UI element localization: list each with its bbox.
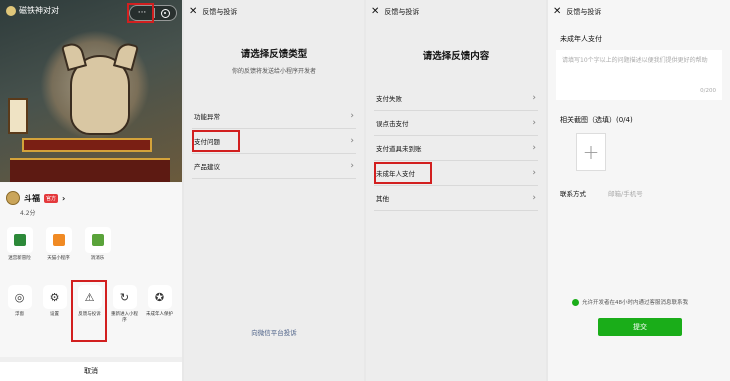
game-floor [10, 158, 170, 182]
recent-app-item[interactable]: 消消乐 [82, 227, 113, 262]
action-label: 浮窗 [15, 312, 24, 317]
app-match-icon [84, 227, 111, 253]
chevron-right-icon: › [350, 111, 354, 121]
nav-bar: ✕ 反馈与投诉 [184, 0, 364, 24]
close-icon[interactable]: ✕ [189, 7, 197, 17]
highlight-feedback-action [71, 280, 107, 342]
action-floating-window[interactable]: ◎ 浮窗 [4, 285, 35, 324]
app-maze-icon [6, 227, 33, 253]
chevron-right-icon: › [532, 168, 536, 178]
close-icon[interactable]: ✕ [371, 7, 379, 17]
feedback-form-panel: ✕ 反馈与投诉 未成年人支付 请填写10个字以上的问题描述以便我们提供更好的帮助… [548, 0, 730, 381]
nav-bar: ✕ 反馈与投诉 [366, 0, 546, 24]
list-item-label: 其他 [376, 195, 389, 203]
chevron-right-icon: › [62, 193, 66, 203]
game-scene: 磁铁神对对 ··· [0, 0, 182, 182]
action-minor-protection[interactable]: ✪ 未成年人保护 [144, 285, 175, 324]
list-item-label: 误点击支付 [376, 120, 409, 128]
description-textarea[interactable]: 请填写10个字以上的问题描述以便我们提供更好的帮助 [556, 50, 722, 100]
cancel-button[interactable]: 取消 [0, 357, 182, 381]
nav-title: 反馈与投诉 [384, 8, 420, 16]
screenshot-collage: 磁铁神对对 ··· 斗福 官方 › 4.2分 迷宫新冒险 天猫小程序 消消乐 ◎… [0, 0, 730, 381]
char-counter: 0/200 [700, 88, 716, 94]
floating-window-icon: ◎ [7, 285, 32, 309]
list-item-label: 支付失败 [376, 95, 402, 103]
chevron-right-icon: › [532, 93, 536, 103]
recent-app-label: 消消乐 [90, 256, 105, 261]
game-banner [22, 138, 152, 152]
feedback-content-list: 支付失败 › 误点击支付 › 支付道具未到账 › 未成年人支付 › 其他 › [374, 86, 538, 211]
complain-to-platform-link[interactable]: 向微信平台投诉 [184, 327, 364, 337]
sheet-app-name: 斗福 [24, 193, 40, 203]
submit-button[interactable]: 提交 [598, 318, 682, 336]
feedback-content-panel: ✕ 反馈与投诉 请选择反馈内容 支付失败 › 误点击支付 › 支付道具未到账 ›… [366, 0, 546, 381]
contact-input[interactable]: 邮箱/手机号 [608, 188, 643, 198]
list-item-label: 功能异常 [194, 113, 220, 121]
official-badge: 官方 [44, 193, 59, 203]
page-title: 请选择反馈类型 [240, 49, 308, 60]
chevron-right-icon: › [532, 118, 536, 128]
avatar [6, 191, 20, 205]
chevron-right-icon: › [350, 161, 354, 171]
feedback-type-panel: ✕ 反馈与投诉 请选择反馈类型 你的反馈将发送给小程序开发者 功能异常 › 支付… [184, 0, 364, 381]
highlight-payment-issue [192, 130, 240, 152]
form-issue-title: 未成年人支付 [560, 35, 602, 43]
game-character [70, 55, 130, 135]
action-settings[interactable]: ⚙ 设置 [39, 285, 70, 324]
close-mini-program-icon[interactable] [161, 8, 170, 18]
check-circle-icon [572, 298, 579, 306]
recent-app-label: 天猫小程序 [47, 256, 70, 261]
contact-label: 联系方式 [560, 190, 586, 198]
recent-app-label: 迷宫新冒险 [8, 256, 31, 261]
recent-app-item[interactable]: 天猫小程序 [43, 227, 74, 262]
action-label: 重新进入小程序 [111, 312, 138, 323]
action-sheet: 斗福 官方 › 4.2分 迷宫新冒险 天猫小程序 消消乐 ◎ 浮窗 ⚙ 设置 ⚠… [0, 183, 182, 381]
consent-text: 允许开发者在48小时内通过客服消息联系我 [582, 300, 688, 306]
screenshots-label: 相关截图（选填）(0/4) [560, 116, 633, 124]
list-item[interactable]: 功能异常 › [192, 104, 356, 129]
game-sign [8, 98, 28, 134]
recent-apps-row: 迷宫新冒险 天猫小程序 消消乐 [4, 227, 113, 262]
chevron-right-icon: › [532, 143, 536, 153]
list-item[interactable]: 误点击支付 › [374, 111, 538, 136]
list-item-label: 产品建议 [194, 163, 220, 171]
capsule-divider [154, 8, 155, 18]
add-screenshot-button[interactable]: + [576, 133, 606, 171]
page-title: 请选择反馈内容 [422, 51, 490, 62]
action-label: 未成年人保护 [146, 312, 173, 317]
action-restart[interactable]: ↻ 重新进入小程序 [109, 285, 140, 324]
chevron-right-icon: › [350, 136, 354, 146]
list-item[interactable]: 支付失败 › [374, 86, 538, 111]
chevron-right-icon: › [532, 193, 536, 203]
highlight-more-button [127, 3, 154, 23]
minor-protection-icon: ✪ [147, 285, 172, 309]
nav-title: 反馈与投诉 [202, 8, 238, 16]
mini-program-title: 磁铁神对对 [6, 5, 59, 16]
nav-title: 反馈与投诉 [566, 8, 602, 16]
settings-icon: ⚙ [42, 285, 67, 309]
consent-checkbox[interactable]: 允许开发者在48小时内通过客服消息联系我 [572, 298, 688, 306]
app-tmall-icon [45, 227, 72, 253]
rating-text: 4.2分 [20, 210, 36, 217]
list-item[interactable]: 产品建议 › [192, 154, 356, 179]
page-subtitle: 你的反馈将发送给小程序开发者 [231, 68, 316, 75]
restart-icon: ↻ [112, 285, 137, 309]
close-icon[interactable]: ✕ [553, 7, 561, 17]
nav-bar: ✕ 反馈与投诉 [548, 0, 730, 24]
list-item-label: 支付道具未到账 [376, 145, 422, 153]
mini-program-name: 磁铁神对对 [19, 6, 59, 15]
action-label: 设置 [50, 312, 59, 317]
highlight-minor-payment [374, 162, 432, 184]
mini-program-header[interactable]: 斗福 官方 › [6, 191, 65, 205]
app-logo-icon [6, 5, 16, 16]
recent-app-item[interactable]: 迷宫新冒险 [4, 227, 35, 262]
list-item[interactable]: 其他 › [374, 186, 538, 211]
list-item[interactable]: 支付道具未到账 › [374, 136, 538, 161]
mini-program-menu-panel: 磁铁神对对 ··· 斗福 官方 › 4.2分 迷宫新冒险 天猫小程序 消消乐 ◎… [0, 0, 182, 381]
